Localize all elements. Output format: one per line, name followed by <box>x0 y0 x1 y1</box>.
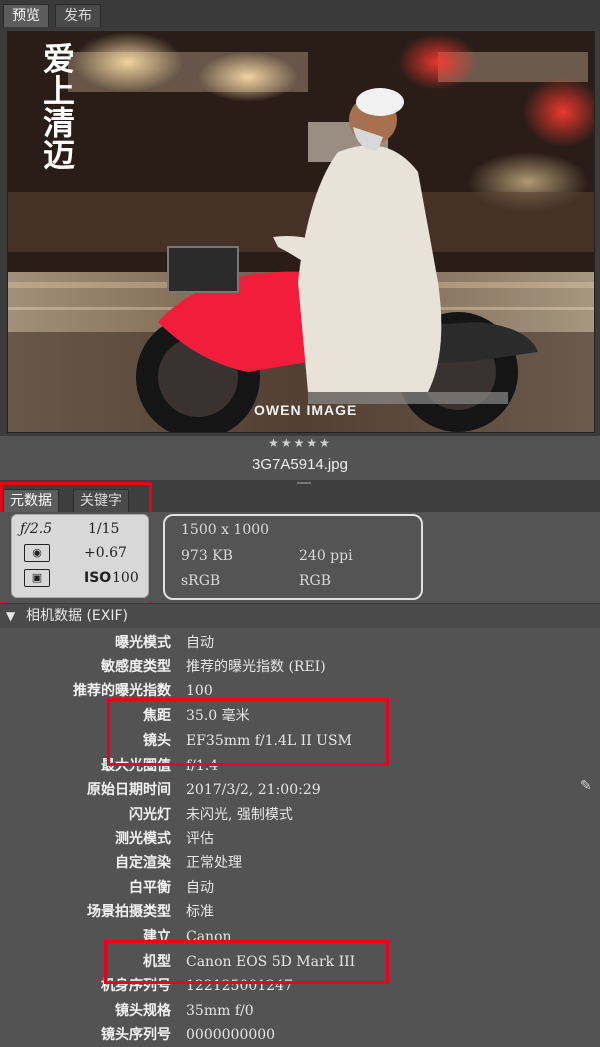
exif-key: 镜头规格 <box>115 1003 171 1019</box>
watermark-calligraphy: 爱上清迈 <box>38 42 76 170</box>
tab-preview[interactable]: 预览 <box>3 4 49 27</box>
exif-value: 35mm f/0 <box>186 1003 254 1019</box>
exif-row-lens-serial: 镜头序列号 0000000000 <box>0 1023 600 1047</box>
section-title: 相机数据 (EXIF) <box>26 608 128 624</box>
exif-row-custom-rendered: 自定渲染 正常处理 <box>0 851 600 875</box>
tab-publish[interactable]: 发布 <box>55 4 101 27</box>
exif-value: 0000000000 <box>186 1027 276 1043</box>
edit-pencil-icon[interactable]: ✎ <box>580 778 592 794</box>
exif-value: 标准 <box>186 904 214 920</box>
exif-row-scene-type: 场景拍摄类型 标准 <box>0 900 600 924</box>
exif-row-lens-spec: 镜头规格 35mm f/0 <box>0 999 600 1023</box>
exif-section-header[interactable]: ▼ 相机数据 (EXIF) <box>0 603 600 628</box>
exif-key: 曝光模式 <box>115 635 171 651</box>
exif-value: 推荐的曝光指数 (REI) <box>186 659 326 675</box>
file-info-box: 1500 x 1000 973 KB 240 ppi sRGB RGB <box>163 514 423 600</box>
file-name: 3G7A5914.jpg <box>252 456 348 473</box>
exif-value: 正常处理 <box>186 855 242 871</box>
exif-row-datetime: 原始日期时间 2017/3/2, 21:00:29 <box>0 778 600 802</box>
star-rating[interactable]: ★★★★★ <box>0 436 600 450</box>
preview-photo[interactable]: 爱上清迈 OWEN IMAGE <box>7 31 595 433</box>
exif-row-metering: 测光模式 评估 <box>0 827 600 851</box>
photo-illustration <box>8 32 594 432</box>
resolution: 240 ppi <box>299 548 353 564</box>
collapse-triangle-icon[interactable]: ▼ <box>6 604 15 628</box>
file-size: 973 KB <box>181 548 233 564</box>
exif-row-flash: 闪光灯 未闪光, 强制模式 <box>0 803 600 827</box>
exif-key: 场景拍摄类型 <box>87 904 171 920</box>
exif-row-sensitivity-type: 敏感度类型 推荐的曝光指数 (REI) <box>0 655 600 679</box>
exif-key: 自定渲染 <box>115 855 171 871</box>
exif-value: 2017/3/2, 21:00:29 <box>186 782 321 798</box>
exif-value: 自动 <box>186 635 214 651</box>
highlight-box-focal-lens <box>107 698 389 766</box>
exif-key: 敏感度类型 <box>101 659 171 675</box>
color-mode: RGB <box>299 573 332 589</box>
exif-row-exposure-mode: 曝光模式 自动 <box>0 631 600 655</box>
exif-value: 评估 <box>186 831 214 847</box>
exif-key: 镜头序列号 <box>101 1027 171 1043</box>
exif-key: 白平衡 <box>129 880 171 896</box>
color-profile: sRGB <box>181 573 221 589</box>
white-balance-icon: ▣ <box>24 569 50 587</box>
iso-value: 100 <box>112 570 139 586</box>
camera-settings-box: ƒ/2.5 1/15 ◉ +0.67 ▣ ISO 100 <box>11 514 149 598</box>
exposure-comp-value: +0.67 <box>84 545 127 561</box>
divider-grip-icon[interactable] <box>297 482 311 484</box>
exif-value: 自动 <box>186 880 214 896</box>
exif-value: 未闪光, 强制模式 <box>186 807 293 823</box>
shutter-value: 1/15 <box>88 521 120 537</box>
exif-row-white-balance: 白平衡 自动 <box>0 876 600 900</box>
image-dimensions: 1500 x 1000 <box>181 522 270 538</box>
highlight-box-model <box>104 940 389 984</box>
metering-icon: ◉ <box>24 544 50 562</box>
watermark-logo: OWEN IMAGE <box>254 402 358 418</box>
aperture-value: ƒ/2.5 <box>20 521 53 537</box>
exif-key: 原始日期时间 <box>87 782 171 798</box>
exif-key: 测光模式 <box>115 831 171 847</box>
iso-label: ISO <box>84 570 112 586</box>
exif-key: 闪光灯 <box>129 807 171 823</box>
